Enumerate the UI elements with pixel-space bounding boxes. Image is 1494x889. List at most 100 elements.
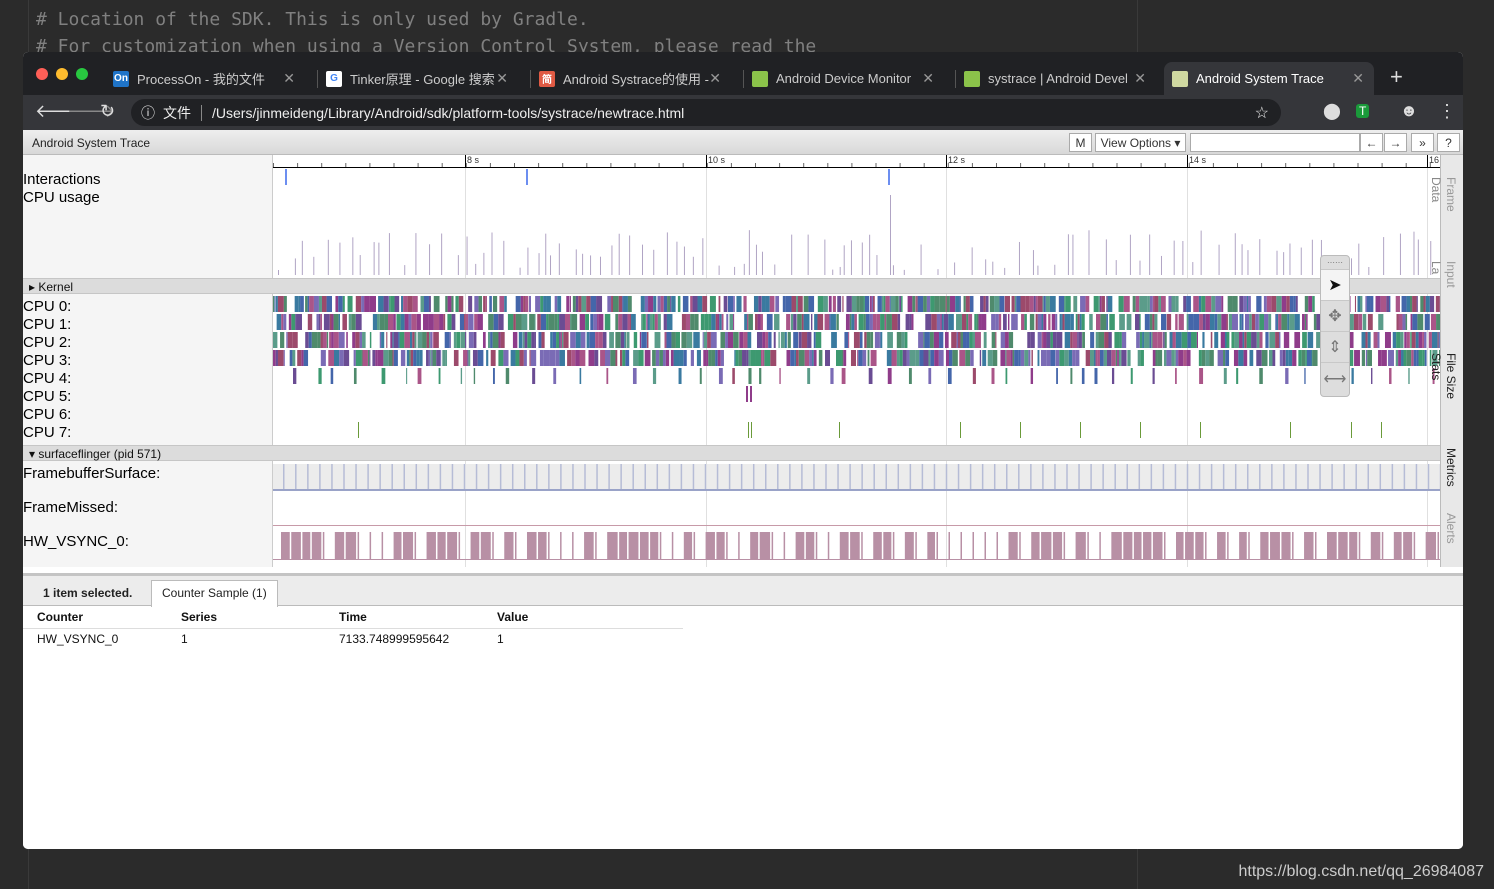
cpu-slice [362, 332, 366, 348]
cpu-slice [351, 314, 356, 330]
close-tab-icon[interactable]: ✕ [1352, 70, 1364, 87]
cpu-slice [408, 314, 412, 330]
info-icon[interactable]: ⓘ [141, 103, 155, 123]
cpu-usage-bar [313, 256, 315, 275]
timing-mode-button[interactable]: ⟷ [1321, 363, 1349, 394]
side-tab-frame-data[interactable]: Frame [1444, 177, 1458, 212]
cpu-slice [423, 314, 429, 330]
selection-mode-button[interactable]: ➤ [1321, 270, 1349, 301]
cpu-slice [908, 368, 912, 384]
side-tab-input-latency-line2[interactable]: La [1429, 261, 1443, 274]
browser-tab[interactable]: Android Device Monitor ✕ [744, 62, 944, 95]
cpu-slice [1082, 332, 1085, 348]
framebuffer-counter-step [825, 464, 827, 490]
browser-tab[interactable]: Android System Trace ✕ [1164, 62, 1374, 95]
menu-kebab-icon[interactable]: ⋮ [1438, 101, 1456, 122]
new-tab-button[interactable]: + [1390, 64, 1403, 90]
close-tab-icon[interactable]: ✕ [283, 70, 295, 87]
vsync-counter-block [619, 532, 628, 559]
cpu-slice [951, 332, 957, 348]
close-tab-icon[interactable]: ✕ [496, 70, 508, 87]
close-tab-icon[interactable]: ✕ [922, 70, 934, 87]
metadata-button[interactable]: M [1069, 133, 1092, 152]
browser-tab[interactable]: systrace | Android Devel ✕ [956, 62, 1156, 95]
side-tab-frame-data-line2[interactable]: Data [1429, 177, 1443, 202]
cpu-slice [815, 332, 822, 348]
view-options-button[interactable]: View Options ▾ [1095, 133, 1186, 152]
close-tab-icon[interactable]: ✕ [1134, 70, 1146, 87]
zoom-mode-button[interactable]: ⇕ [1321, 332, 1349, 363]
side-tab-input-latency[interactable]: Input [1444, 261, 1458, 288]
pan-mode-button[interactable]: ✥ [1321, 301, 1349, 332]
table-row[interactable]: HW_VSYNC_0 1 7133.748999595642 1 [23, 628, 683, 650]
cpu-slice [1396, 314, 1399, 330]
extension-shield-icon[interactable]: T [1356, 104, 1370, 118]
expand-button[interactable]: » [1411, 133, 1434, 152]
cpu-usage-bar [876, 255, 878, 275]
cpu-slice [1243, 350, 1248, 366]
cpu-slice [546, 296, 551, 312]
cpu-slice [1416, 350, 1419, 366]
cpu-slice [581, 296, 587, 312]
cpu-slice [727, 332, 734, 348]
cpu-slice [444, 332, 450, 348]
cpu-slice [703, 332, 708, 348]
cpu-slice [930, 296, 935, 312]
drag-handle[interactable]: ⋯⋯ [1321, 256, 1349, 270]
side-tab-metrics[interactable]: Metrics [1444, 448, 1458, 487]
tab-counter-sample[interactable]: Counter Sample (1) [151, 580, 278, 607]
find-previous-button[interactable]: ← [1360, 133, 1383, 152]
cpu-slice [411, 314, 417, 330]
process-group-header[interactable]: ▾ surfaceflinger (pid 571) [23, 445, 1440, 461]
browser-tab[interactable]: 简 Android Systrace的使用 - ✕ [531, 62, 731, 95]
cpu-slice [717, 314, 720, 330]
close-window-button[interactable] [36, 68, 48, 80]
vsync-counter-block [345, 532, 357, 559]
search-input[interactable] [1190, 133, 1360, 152]
bookmark-star-icon[interactable]: ☆ [1255, 103, 1269, 123]
side-tab-alerts[interactable]: Alerts [1444, 513, 1458, 544]
reload-button[interactable]: ↻ [100, 101, 115, 122]
cpu-slice [296, 314, 302, 330]
cpu-slice [1163, 332, 1165, 348]
profile-avatar-icon[interactable]: ☻ [1400, 101, 1418, 121]
address-bar[interactable]: ⓘ 文件 /Users/jinmeideng/Library/Android/s… [131, 99, 1281, 126]
vsync-counter-block [1176, 532, 1184, 559]
cpu-usage-bar [1200, 230, 1202, 275]
trace-canvas[interactable]: 8 s 10 s 12 s 14 s 16 [273, 155, 1440, 567]
framebuffer-counter-step [1234, 464, 1237, 490]
browser-tab[interactable]: On ProcessOn - 我的文件 ✕ [105, 62, 305, 95]
vsync-counter-edge [671, 532, 674, 559]
zoom-window-button[interactable] [76, 68, 88, 80]
side-tab-file-size-line2[interactable]: Stats [1429, 353, 1443, 380]
cpu-slice [498, 350, 504, 366]
google-icon: G [326, 70, 342, 87]
help-button[interactable]: ? [1437, 133, 1460, 152]
cpu-slice [928, 350, 931, 366]
cpu-usage-bar [404, 265, 406, 275]
framebuffer-counter-step [704, 464, 707, 490]
url-text[interactable]: /Users/jinmeideng/Library/Android/sdk/pl… [212, 105, 684, 121]
cpu-slice [867, 350, 870, 366]
cpu-slice [748, 314, 753, 330]
browser-tab[interactable]: G Tinker原理 - Google 搜索 ✕ [318, 62, 518, 95]
cpu-slice [1215, 296, 1222, 312]
extension-circle-icon[interactable]: ⬤ [1323, 101, 1341, 121]
ruler-minor-tick [273, 163, 274, 167]
track-label-cpu: CPU 2: [23, 334, 72, 351]
cpu-slice [1012, 350, 1015, 366]
cpu-usage-bar [327, 239, 329, 275]
cpu-slice [654, 332, 661, 348]
cpu-slice [1118, 296, 1124, 312]
cpu-slice [1367, 332, 1371, 348]
timeline-panel[interactable]: 8 s 10 s 12 s 14 s 16 Interactions CPU usage… [23, 155, 1440, 567]
minimize-window-button[interactable] [56, 68, 68, 80]
cpu-slice [943, 314, 949, 330]
side-tab-file-size[interactable]: File Size [1444, 353, 1458, 399]
close-tab-icon[interactable]: ✕ [709, 70, 721, 87]
ruler-minor-tick [827, 163, 829, 167]
cpu-slice [1081, 314, 1085, 330]
kernel-group-header[interactable]: ▸ Kernel [23, 278, 1440, 294]
cpu-slice [642, 314, 646, 330]
find-next-button[interactable]: → [1384, 133, 1407, 152]
